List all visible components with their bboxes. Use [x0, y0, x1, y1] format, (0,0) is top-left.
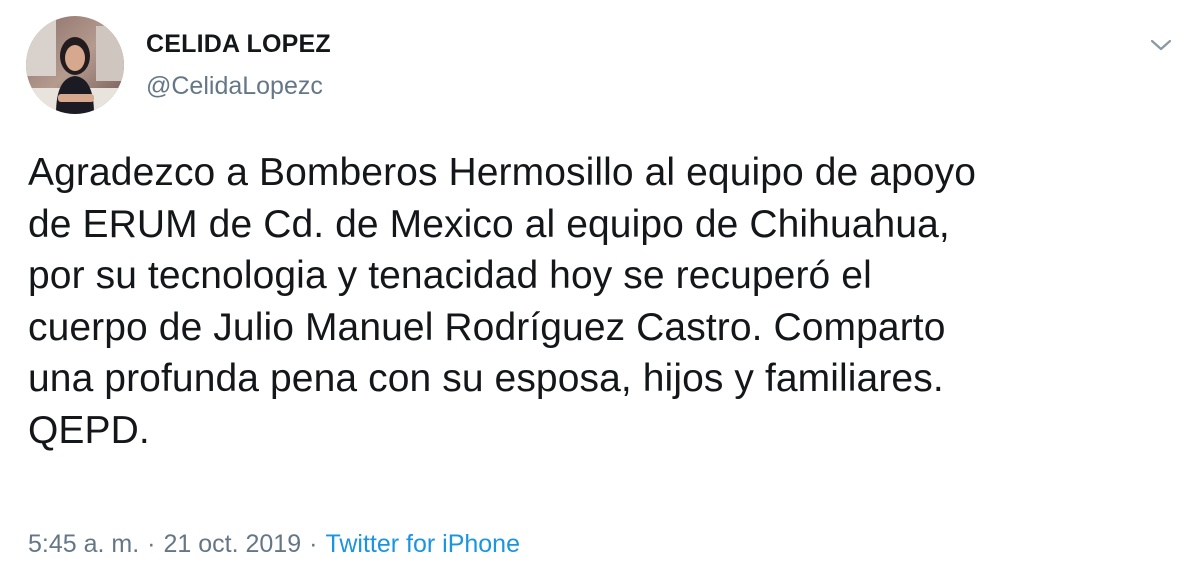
chevron-down-icon	[1150, 39, 1172, 51]
tweet-text-line: Agradezco a Bomberos Hermosillo al equip…	[28, 151, 977, 194]
tweet-text-line: cuerpo de Julio Manuel Rodríguez Castro.…	[28, 305, 946, 349]
avatar[interactable]	[26, 16, 124, 114]
tweet-time[interactable]: 5:45 a. m.	[28, 530, 139, 558]
tweet-metadata: 5:45 a. m. · 21 oct. 2019 · Twitter for iPho…	[28, 530, 520, 559]
meta-separator: ·	[309, 530, 318, 558]
tweet-text-line: por su tecnologia y tenacidad hoy se rec…	[28, 254, 872, 297]
tweet-text-line: de ERUM de Cd. de Mexico al equipo de Ch…	[28, 202, 950, 246]
tweet-card: CELIDA LOPEZ @CelidaLopezc Agradezco a B…	[0, 0, 1200, 578]
tweet-date[interactable]: 21 oct. 2019	[164, 530, 302, 558]
author-display-name[interactable]: CELIDA LOPEZ	[146, 30, 331, 59]
author-handle[interactable]: @CelidaLopezc	[146, 72, 323, 101]
profile-photo-icon	[26, 16, 124, 114]
meta-separator: ·	[147, 530, 156, 558]
tweet-text: Agradezco a Bomberos Hermosillo al equip…	[28, 147, 1178, 456]
tweet-menu-button[interactable]	[1146, 30, 1176, 60]
tweet-source-link[interactable]: Twitter for iPhone	[325, 530, 520, 558]
tweet-text-line: una profunda pena con su esposa, hijos y…	[28, 357, 944, 400]
tweet-text-line: QEPD.	[28, 408, 150, 452]
